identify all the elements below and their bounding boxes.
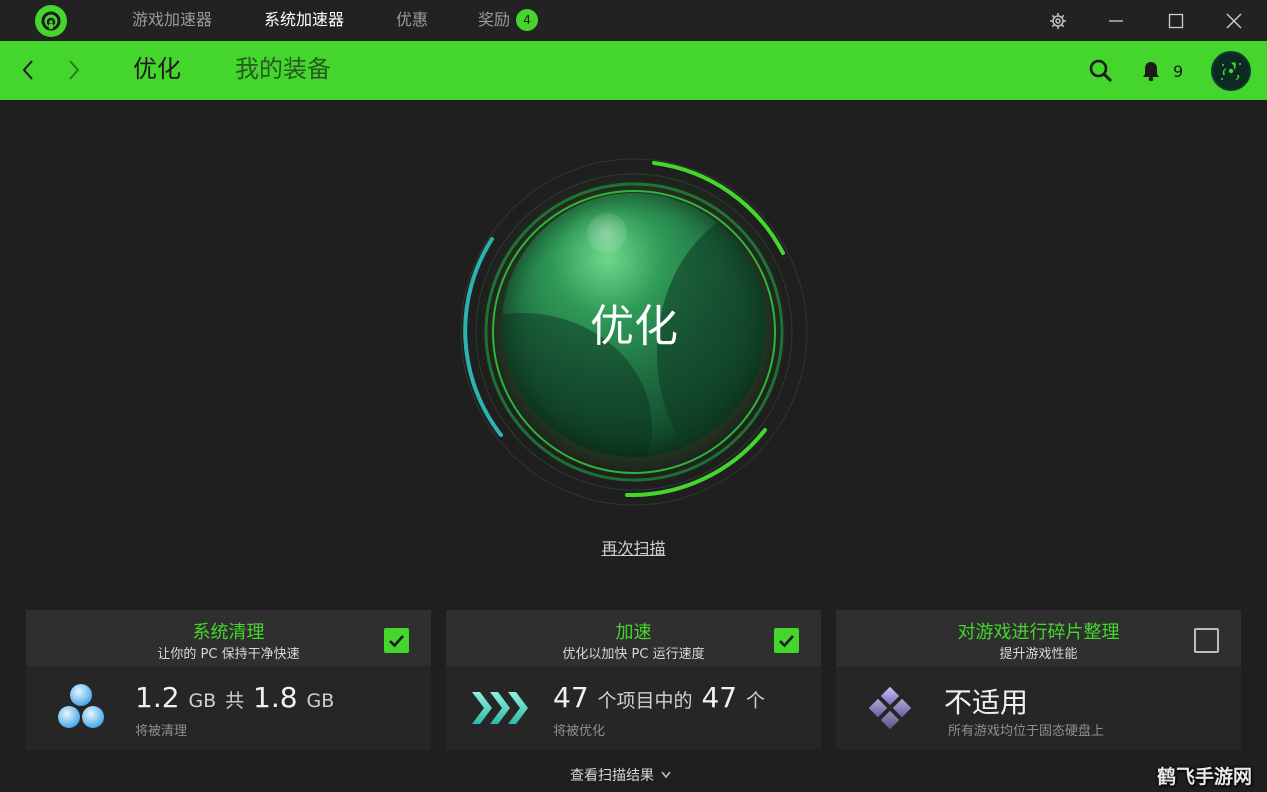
checkmark-icon <box>389 634 404 647</box>
card-body: 47 个项目中的 47 个 将被优化 <box>446 666 821 750</box>
minimize-icon <box>1109 19 1123 22</box>
boost-total: 47 <box>701 681 738 714</box>
maximize-button[interactable] <box>1153 0 1199 41</box>
system-cleanup-checkbox[interactable] <box>384 628 409 653</box>
nav-tab-optimize[interactable]: 优化 <box>133 41 181 100</box>
card-title: 加速 <box>615 622 652 643</box>
card-body: 不适用 所有游戏均位于固态硬盘上 <box>836 666 1241 750</box>
bubbles-icon <box>54 680 110 736</box>
boost-amount: 47 个项目中的 47 个 <box>553 681 765 714</box>
close-icon <box>1226 13 1242 28</box>
card-boost: 加速 优化以加快 PC 运行速度 47 个项目中的 47 个 将被优化 <box>446 610 821 750</box>
settings-button[interactable] <box>1035 0 1081 41</box>
chevron-right-icon <box>69 60 80 80</box>
close-button[interactable] <box>1211 0 1257 41</box>
boost-total-unit: 个 <box>746 690 766 712</box>
card-subtitle: 提升游戏性能 <box>999 647 1078 662</box>
search-button[interactable] <box>1088 56 1114 86</box>
boost-checkbox[interactable] <box>774 628 799 653</box>
chevron-down-icon <box>661 771 671 779</box>
nav-bar: 优化 我的装备 9 <box>0 41 1267 100</box>
tab-deals[interactable]: 优惠 <box>396 0 428 41</box>
avatar[interactable] <box>1211 51 1251 91</box>
card-caption: 将被优化 <box>553 724 606 739</box>
boost-value: 47 <box>553 681 589 714</box>
view-scan-results-label: 查看扫描结果 <box>570 768 654 784</box>
view-scan-results-button[interactable]: 查看扫描结果 <box>570 765 700 785</box>
minimize-button[interactable] <box>1093 0 1139 41</box>
tab-system-booster[interactable]: 系统加速器 <box>264 0 344 41</box>
card-system-cleanup: 系统清理 让你的 PC 保持干净快速 1.2 GB 共 1.8 GB 将被清理 <box>26 610 431 750</box>
watermark: 鹤飞手游网 <box>1157 766 1253 788</box>
card-subtitle: 让你的 PC 保持干净快速 <box>157 647 300 662</box>
boost-middle-text: 个项目中的 <box>597 690 693 712</box>
cleanup-connector: 共 <box>225 690 245 712</box>
tab-game-booster[interactable]: 游戏加速器 <box>132 0 212 41</box>
cleanup-unit: GB <box>188 690 217 712</box>
card-title: 系统清理 <box>192 622 265 643</box>
checkmark-icon <box>779 634 794 647</box>
optimize-button[interactable]: 优化 <box>502 193 766 457</box>
game-defrag-checkbox[interactable] <box>1194 628 1219 653</box>
diamond-tiles-icon <box>862 680 918 736</box>
rewards-badge: 4 <box>516 9 539 31</box>
back-button[interactable] <box>13 55 43 85</box>
cleanup-total: 1.8 <box>253 681 298 714</box>
razer-snake-icon <box>1221 62 1241 80</box>
nav-tab-my-gear[interactable]: 我的装备 <box>235 41 331 100</box>
card-subtitle: 优化以加快 PC 运行速度 <box>562 647 705 662</box>
optimize-button-label: 优化 <box>590 301 678 352</box>
card-title: 对游戏进行碎片整理 <box>957 622 1120 643</box>
cleanup-amount: 1.2 GB 共 1.8 GB <box>135 681 334 714</box>
notifications-button[interactable]: 9 <box>1141 56 1183 86</box>
chevrons-icon <box>470 680 534 736</box>
maximize-icon <box>1168 13 1184 28</box>
card-header: 加速 优化以加快 PC 运行速度 <box>446 610 821 666</box>
rescan-link[interactable]: 再次扫描 <box>580 535 687 559</box>
card-caption: 将被清理 <box>135 724 188 739</box>
card-header: 对游戏进行碎片整理 提升游戏性能 <box>836 610 1241 666</box>
card-game-defrag: 对游戏进行碎片整理 提升游戏性能 不适用 所有游戏均位于固态硬盘上 <box>836 610 1241 750</box>
notification-count: 9 <box>1173 61 1184 81</box>
title-bar: 游戏加速器 系统加速器 优惠 奖励 4 <box>0 0 1267 41</box>
chevron-left-icon <box>22 60 33 80</box>
search-icon <box>1089 59 1113 83</box>
cleanup-value: 1.2 <box>135 681 180 714</box>
tab-rewards-label: 奖励 <box>478 10 511 29</box>
card-caption: 所有游戏均位于固态硬盘上 <box>948 724 1105 739</box>
gear-icon <box>1050 12 1066 29</box>
forward-button[interactable] <box>59 55 89 85</box>
bell-icon <box>1143 62 1159 82</box>
tab-rewards[interactable]: 奖励 4 <box>478 0 539 41</box>
card-body: 1.2 GB 共 1.8 GB 将被清理 <box>26 666 431 750</box>
defrag-status: 不适用 <box>944 686 1029 719</box>
cleanup-total-unit: GB <box>306 690 335 712</box>
app-logo-icon[interactable] <box>35 5 67 37</box>
card-header: 系统清理 让你的 PC 保持干净快速 <box>26 610 431 666</box>
